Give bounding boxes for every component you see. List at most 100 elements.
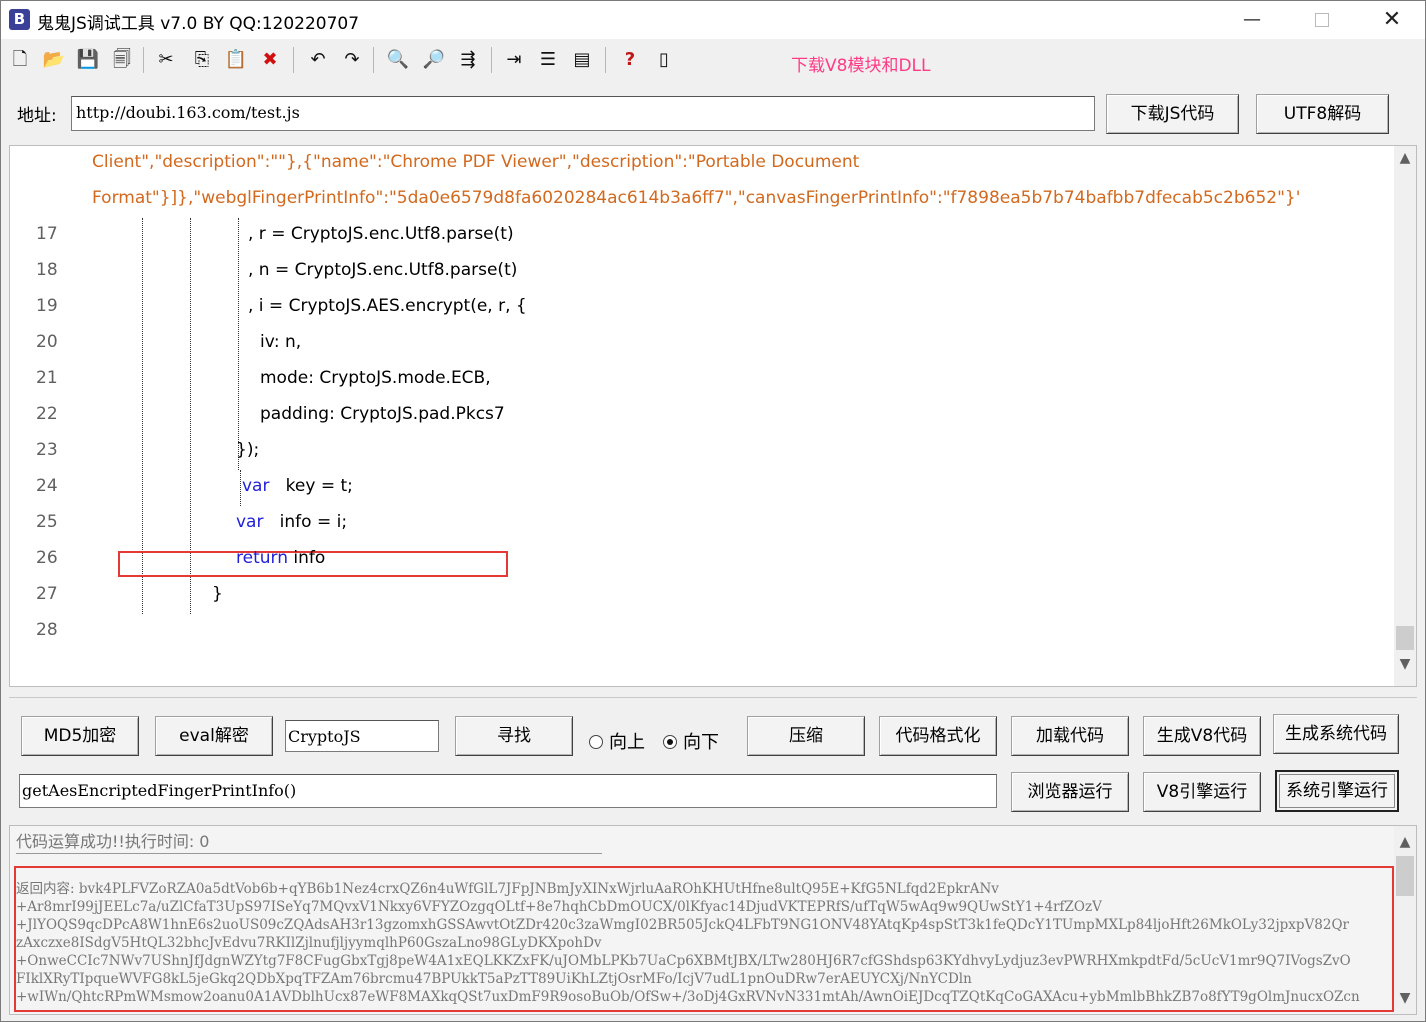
system-engine-run-button[interactable]: 系统引擎运行 [1275, 770, 1399, 812]
toolbar-separator [605, 47, 606, 73]
format-code-button[interactable]: 代码格式化 [879, 716, 997, 756]
scroll-thumb[interactable] [1396, 856, 1414, 896]
line-number: 18 [36, 260, 58, 280]
code-line: , r = CryptoJS.enc.Utf8.parse(t) [248, 224, 514, 260]
code-text: key = t; [269, 476, 353, 496]
radio-up-label: 向上 [609, 732, 645, 753]
code-line: Client","description":""},{"name":"Chrom… [92, 152, 859, 188]
line-number: 25 [36, 512, 58, 532]
status-divider [16, 853, 602, 854]
line-number: 19 [36, 296, 58, 316]
line-number: 26 [36, 548, 58, 568]
paste-icon[interactable]: 📋 [223, 47, 249, 73]
code-line: }); [236, 440, 259, 476]
code-line: , n = CryptoJS.enc.Utf8.parse(t) [248, 260, 517, 296]
indent-guide [238, 218, 239, 470]
eval-decrypt-button[interactable]: eval解密 [155, 716, 273, 756]
code-line: Format"}]},"webglFingerPrintInfo":"5da0e… [92, 188, 1300, 224]
line-number: 23 [36, 440, 58, 460]
app-window: B 鬼鬼JS调试工具 v7.0 BY QQ:120220707 — ✕ 下载V8… [0, 0, 1426, 1022]
save-icon[interactable]: 💾 [75, 47, 101, 73]
line-number: 24 [36, 476, 58, 496]
browser-run-button[interactable]: 浏览器运行 [1011, 772, 1129, 812]
find-icon[interactable]: 🔍 [385, 47, 411, 73]
code-text: iv: n, [260, 332, 302, 352]
address-panel: 地址: http://doubi.163.com/test.js 下载JS代码 … [9, 85, 1417, 145]
copy-icon[interactable]: ⎘ [189, 47, 215, 73]
code-text: , i = CryptoJS.AES.encrypt(e, r, { [248, 296, 527, 316]
radio-up-circle [589, 735, 603, 749]
toolbar-separator [293, 47, 294, 73]
help-icon[interactable]: ? [617, 47, 643, 73]
code-text: , n = CryptoJS.enc.Utf8.parse(t) [248, 260, 518, 280]
open-folder-icon[interactable]: 📂 [41, 47, 67, 73]
scroll-down-icon[interactable]: ▼ [1394, 988, 1416, 1008]
toolbar-separator [491, 47, 492, 73]
radio-up[interactable]: 向上 [589, 728, 645, 754]
find-button[interactable]: 寻找 [455, 716, 573, 756]
save-all-icon[interactable]: 🗐 [109, 47, 135, 73]
app-logo-icon: B [9, 9, 30, 30]
download-v8-link[interactable]: 下载V8模块和DLL [791, 51, 930, 76]
close-button[interactable]: ✕ [1357, 1, 1425, 39]
generate-system-code-button[interactable]: 生成系统代码 [1273, 714, 1399, 754]
new-file-icon[interactable]: 🗋 [7, 47, 33, 73]
scroll-down-icon[interactable]: ▼ [1394, 654, 1416, 674]
line-number: 17 [36, 224, 58, 244]
undo-icon[interactable]: ↶ [305, 47, 331, 73]
delete-icon[interactable]: ✖ [257, 47, 283, 73]
result-line: +OnweCCIc7NWv7UShnJfJdgnWZYtg7F8CFugGbxT… [16, 953, 1351, 969]
search-input[interactable]: CryptoJS [285, 720, 439, 752]
line-number: 28 [36, 620, 58, 640]
load-code-button[interactable]: 加载代码 [1011, 716, 1129, 756]
result-content[interactable]: 返回内容: bvk4PLFVZoRZA0a5dtVob6b+qYB6b1Nez4… [16, 880, 1376, 1006]
v8-engine-run-button[interactable]: V8引擎运行 [1143, 772, 1261, 812]
code-text: , r = CryptoJS.enc.Utf8.parse(t) [248, 224, 514, 244]
code-text: mode: CryptoJS.mode.ECB, [260, 368, 491, 388]
scroll-up-icon[interactable]: ▲ [1394, 148, 1416, 168]
function-call-input[interactable]: getAesEncriptedFingerPrintInfo() [19, 774, 997, 808]
download-js-button[interactable]: 下载JS代码 [1106, 94, 1239, 134]
numbered-list-icon[interactable]: ☰ [535, 47, 561, 73]
cut-icon[interactable]: ✂ [153, 47, 179, 73]
panel-icon[interactable]: ▯ [651, 47, 677, 73]
address-label: 地址: [17, 106, 57, 126]
generate-v8-code-button[interactable]: 生成V8代码 [1143, 716, 1261, 756]
window-title: 鬼鬼JS调试工具 v7.0 BY QQ:120220707 [37, 14, 360, 34]
utf8-decode-button[interactable]: UTF8解码 [1256, 94, 1389, 134]
redo-icon[interactable]: ↷ [339, 47, 365, 73]
scroll-up-icon[interactable]: ▲ [1394, 832, 1416, 852]
code-editor[interactable]: ▲ ▼ Client","description":""},{"name":"C… [9, 145, 1417, 687]
toolbar: 下载V8模块和DLL 🗋 📂 💾 🗐 ✂ ⎘ 📋 ✖ ↶ ↷ 🔍 🔎 ⇶ ⇥ ☰ ▤? ▯ [1, 41, 1425, 79]
code-line: padding: CryptoJS.pad.Pkcs7 [260, 404, 505, 440]
editor-scrollbar[interactable]: ▲ ▼ [1394, 146, 1416, 686]
radio-down[interactable]: 向下 [663, 728, 719, 754]
compress-button[interactable]: 压缩 [747, 716, 865, 756]
control-panel: MD5加密 eval解密 CryptoJS 寻找 向上 向下 压缩 代码格式化 … [9, 697, 1417, 823]
scroll-thumb[interactable] [1396, 626, 1414, 650]
code-line: return info [236, 548, 325, 584]
code-text: info [287, 548, 326, 568]
code-line: , i = CryptoJS.AES.encrypt(e, r, { [248, 296, 527, 332]
code-string: Client","description":""},{"name":"Chrom… [92, 152, 860, 172]
replace-icon[interactable]: ⇶ [455, 47, 481, 73]
code-text: info = i; [263, 512, 348, 532]
result-line: +JlYOQS9qcDPcA8W1hnE6s2uoUS09cZQAdsAH3r1… [16, 917, 1349, 933]
result-line: 返回内容: bvk4PLFVZoRZA0a5dtVob6b+qYB6b1Nez4… [16, 881, 999, 897]
md5-encrypt-button[interactable]: MD5加密 [21, 716, 139, 756]
code-keyword: var [242, 476, 270, 496]
code-string: Format"}]},"webglFingerPrintInfo":"5da0e… [92, 188, 1301, 208]
minimize-button[interactable]: — [1217, 1, 1287, 39]
code-keyword: return [236, 548, 288, 568]
window-icon[interactable]: ▤ [569, 47, 595, 73]
code-text: padding: CryptoJS.pad.Pkcs7 [260, 404, 505, 424]
maximize-button[interactable] [1287, 1, 1357, 39]
address-input[interactable]: http://doubi.163.com/test.js [71, 96, 1095, 131]
output-scrollbar[interactable]: ▲ ▼ [1394, 826, 1416, 1014]
toolbar-separator [373, 47, 374, 73]
radio-down-label: 向下 [683, 732, 719, 753]
indent-icon[interactable]: ⇥ [501, 47, 527, 73]
line-number: 27 [36, 584, 58, 604]
find-next-icon[interactable]: 🔎 [421, 47, 447, 73]
line-number: 22 [36, 404, 58, 424]
